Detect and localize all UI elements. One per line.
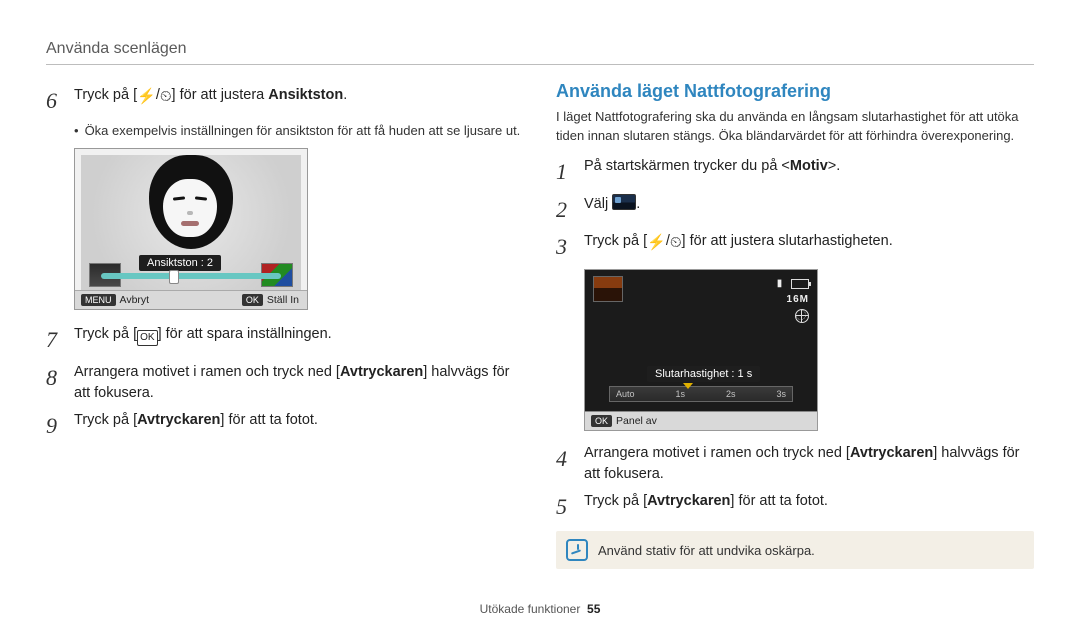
page-number: 55 <box>587 602 600 616</box>
manual-page: Använda scenlägen 6 Tryck på [⚡/⏲] för a… <box>0 0 1080 630</box>
preview-softkeys: MENU Avbryt OK Ställ In <box>75 290 307 309</box>
text: ] för att spara inställningen. <box>158 326 332 342</box>
text-bold: Ansiktston <box>268 87 343 103</box>
left-column: 6 Tryck på [⚡/⏲] för att justera Ansikts… <box>46 81 524 569</box>
footer-text: Utökade funktioner <box>480 602 581 616</box>
slider-label: Ansiktston : 2 <box>139 255 221 271</box>
text: Öka exempelvis inställningen för ansikts… <box>85 123 521 138</box>
resolution-indicator: 16M <box>787 294 809 305</box>
text: . <box>343 87 347 103</box>
globe-icon <box>795 309 809 323</box>
text: Tryck på [ <box>584 493 647 509</box>
note-icon <box>566 539 588 561</box>
step-number: 7 <box>46 324 66 356</box>
text: Arrangera motivet i ramen och tryck ned … <box>74 364 340 380</box>
step-number: 2 <box>556 194 576 226</box>
step-6: 6 Tryck på [⚡/⏲] för att justera Ansikts… <box>46 85 524 117</box>
section-desc: I läget Nattfotografering ska du använda… <box>556 108 1034 146</box>
battery-icon <box>791 279 809 289</box>
text: . <box>636 196 640 212</box>
ok-icon: OK <box>137 330 157 346</box>
step-2: 2 Välj . <box>556 194 1034 226</box>
ok-key-label: Panel av <box>616 415 657 427</box>
page-footer: Utökade funktioner 55 <box>0 602 1080 616</box>
step-1: 1 På startskärmen trycker du på <Motiv>. <box>556 156 1034 188</box>
text: Tryck på [ <box>584 233 647 249</box>
step-number: 4 <box>556 443 576 485</box>
preview-softkeys: OK Panel av <box>585 411 817 430</box>
ruler-tick: Auto <box>616 389 635 399</box>
step-6-bullet: • Öka exempelvis inställningen för ansik… <box>74 123 524 138</box>
text: Tryck på [ <box>74 326 137 342</box>
step-number: 5 <box>556 491 576 523</box>
text: ] för att ta fotot. <box>220 412 318 428</box>
shutter-ruler[interactable]: Auto 1s 2s 3s <box>609 386 793 402</box>
ok-key: OK <box>591 415 612 427</box>
right-column: Använda läget Nattfotografering I läget … <box>556 81 1034 569</box>
ok-key-label: Ställ In <box>267 294 299 306</box>
ruler-tick: 2s <box>726 389 736 399</box>
step-number: 9 <box>46 410 66 442</box>
last-shot-thumb <box>593 276 623 302</box>
text: Välj <box>584 196 612 212</box>
text: Tryck på [ <box>74 412 137 428</box>
indicator-stack: ▮ 16M <box>777 276 809 324</box>
step-8: 8 Arrangera motivet i ramen och tryck ne… <box>46 362 524 404</box>
timer-icon: ⏲ <box>670 232 682 254</box>
timer-icon: ⏲ <box>160 86 172 108</box>
text: Tryck på [ <box>74 87 137 103</box>
step-3: 3 Tryck på [⚡/⏲] för att justera slutarh… <box>556 231 1034 263</box>
face-illustration <box>145 155 237 255</box>
text: ] för att ta fotot. <box>730 493 828 509</box>
text: ] för att justera slutarhastigheten. <box>682 233 893 249</box>
slider-knob[interactable] <box>169 270 179 284</box>
night-shot-preview: ▮ 16M Slutarhastighet : 1 s Auto 1s 2s 3… <box>584 269 818 431</box>
text-bold: Avtryckaren <box>137 412 220 428</box>
text-bold: Avtryckaren <box>647 493 730 509</box>
text-bold: Avtryckaren <box>340 364 423 380</box>
text-bold: Avtryckaren <box>850 445 933 461</box>
ruler-tick: 3s <box>776 389 786 399</box>
text: På startskärmen trycker du på < <box>584 158 790 174</box>
section-title: Använda läget Nattfotografering <box>556 81 1034 102</box>
text-bold: Motiv <box>790 158 828 174</box>
step-number: 3 <box>556 231 576 263</box>
face-tone-preview: Ansiktston : 2 MENU Avbryt OK Ställ In <box>74 148 308 310</box>
menu-key-label: Avbryt <box>120 294 150 306</box>
step-5: 5 Tryck på [Avtryckaren] för att ta foto… <box>556 491 1034 523</box>
step-9: 9 Tryck på [Avtryckaren] för att ta foto… <box>46 410 524 442</box>
ok-key: OK <box>242 294 263 306</box>
bullet-dot: • <box>74 123 79 138</box>
text: Arrangera motivet i ramen och tryck ned … <box>584 445 850 461</box>
info-note: Använd stativ för att undvika oskärpa. <box>556 531 1034 569</box>
text: ] för att justera <box>172 87 269 103</box>
step-number: 1 <box>556 156 576 188</box>
ruler-tick: 1s <box>675 389 685 399</box>
shutter-label: Slutarhastighet : 1 s <box>647 366 760 382</box>
step-number: 6 <box>46 85 66 117</box>
flash-icon: ⚡ <box>647 232 666 254</box>
menu-key: MENU <box>81 294 116 306</box>
flash-icon: ⚡ <box>137 86 156 108</box>
note-text: Använd stativ för att undvika oskärpa. <box>598 543 815 558</box>
step-7: 7 Tryck på [OK] för att spara inställnin… <box>46 324 524 356</box>
step-4: 4 Arrangera motivet i ramen och tryck ne… <box>556 443 1034 485</box>
tone-slider[interactable] <box>101 273 281 279</box>
text: >. <box>828 158 841 174</box>
step-number: 8 <box>46 362 66 404</box>
night-mode-icon <box>612 194 636 210</box>
page-header: Använda scenlägen <box>46 40 1034 65</box>
